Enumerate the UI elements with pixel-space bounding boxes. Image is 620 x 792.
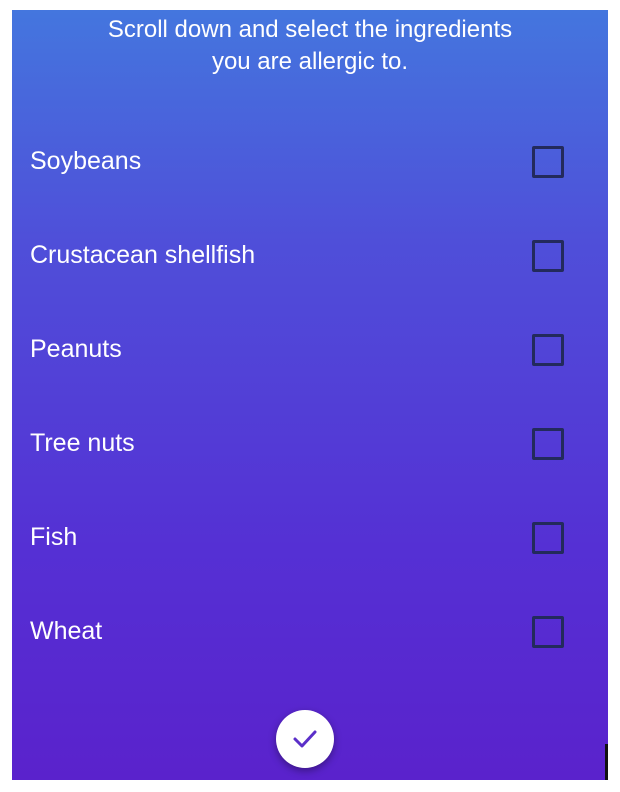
allergen-label: Soybeans — [30, 147, 142, 175]
allergen-label: Fish — [30, 523, 78, 551]
instruction-line-1: Scroll down and select the ingredients — [107, 16, 513, 43]
allergen-label: Crustacean shellfish — [30, 241, 256, 269]
allergen-row-tree-nuts[interactable]: Tree nuts — [12, 396, 608, 490]
instruction-line-2: you are allergic to. — [211, 48, 409, 75]
allergen-label: Peanuts — [30, 335, 122, 363]
allergen-row-crustacean-shellfish[interactable]: Crustacean shellfish — [12, 208, 608, 302]
allergen-row-peanuts[interactable]: Peanuts — [12, 302, 608, 396]
allergen-list: Soybeans Crustacean shellfish Peanuts Tr… — [12, 114, 608, 678]
wheat-checkbox[interactable] — [532, 616, 564, 648]
allergen-row-soybeans[interactable]: Soybeans — [12, 114, 608, 208]
peanuts-checkbox[interactable] — [532, 334, 564, 366]
allergen-row-fish[interactable]: Fish — [12, 490, 608, 584]
allergen-label: Tree nuts — [30, 429, 135, 457]
allergen-row-wheat[interactable]: Wheat — [12, 584, 608, 678]
divider — [605, 744, 608, 780]
fish-checkbox[interactable] — [532, 522, 564, 554]
confirm-button[interactable] — [276, 710, 334, 768]
allergy-selection-screen: Scroll down and select the ingredients y… — [12, 10, 608, 780]
check-icon — [293, 730, 317, 748]
tree-nuts-checkbox[interactable] — [532, 428, 564, 460]
instruction-text: Scroll down and select the ingredients y… — [12, 14, 608, 78]
soybeans-checkbox[interactable] — [532, 146, 564, 178]
crustacean-shellfish-checkbox[interactable] — [532, 240, 564, 272]
allergen-label: Wheat — [30, 617, 103, 645]
